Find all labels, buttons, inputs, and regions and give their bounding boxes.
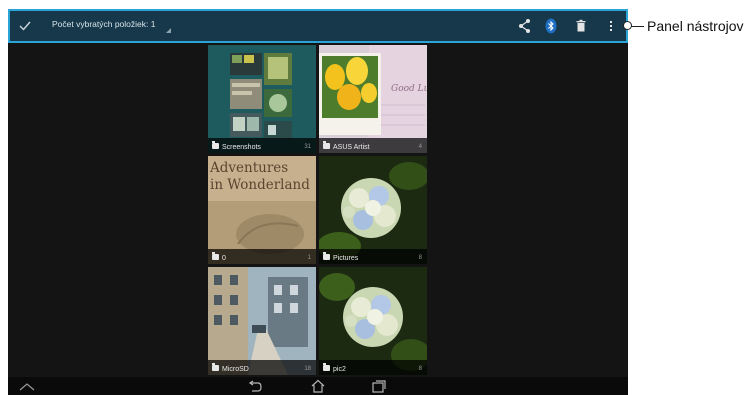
callout-dot (623, 21, 632, 30)
album-tile-screenshots[interactable]: Screenshots 31 (208, 45, 316, 153)
bluetooth-icon[interactable] (541, 16, 561, 36)
hydrangea-thumbnail (319, 156, 427, 264)
share-icon[interactable] (515, 16, 535, 36)
album-name: pic2 (333, 366, 346, 373)
checkmark-icon[interactable] (14, 15, 36, 37)
action-bar: Počet vybratých položiek: 1 (8, 9, 628, 43)
screenshots-thumbnail (208, 45, 316, 153)
album-tile-pic2[interactable]: pic2 8 (319, 267, 427, 375)
overflow-menu-icon[interactable] (601, 16, 621, 36)
folder-icon (323, 252, 330, 260)
tulips-thumbnail: Good Lu (319, 45, 427, 153)
album-count: 18 (304, 366, 311, 372)
album-tile-asus-artist[interactable]: Good Lu ASUS Artist 4 (319, 45, 427, 153)
album-name: 0 (222, 255, 226, 262)
folder-icon (212, 141, 219, 149)
book-thumbnail: Adventures in Wonderland (208, 156, 316, 264)
folder-icon (323, 141, 330, 149)
svg-text:in Wonderland: in Wonderland (210, 177, 310, 193)
album-name: MicroSD (222, 366, 249, 373)
home-icon[interactable] (309, 379, 327, 393)
album-count: 8 (418, 366, 422, 372)
album-count: 1 (307, 255, 311, 261)
folder-icon (323, 363, 330, 371)
back-icon[interactable] (246, 379, 264, 393)
folder-icon (212, 252, 219, 260)
album-tile-0[interactable]: Adventures in Wonderland 0 1 (208, 156, 316, 264)
album-count: 8 (418, 255, 422, 261)
folder-icon (212, 363, 219, 371)
album-tile-microsd[interactable]: MicroSD 18 (208, 267, 316, 375)
street-thumbnail (208, 267, 316, 375)
gallery-screen: Počet vybratých položiek: 1 Screenshots … (8, 9, 628, 395)
selection-count-title[interactable]: Počet vybratých položiek: 1 (52, 19, 155, 29)
callout-label: Panel nástrojov (647, 18, 744, 34)
album-tile-pictures[interactable]: Pictures 8 (319, 156, 427, 264)
svg-text:Good Lu: Good Lu (391, 84, 427, 94)
hydrangea-thumbnail (319, 267, 427, 375)
album-count: 31 (304, 144, 311, 150)
album-count: 4 (418, 144, 422, 150)
system-nav-bar (8, 377, 628, 395)
album-name: Screenshots (222, 144, 261, 151)
trash-icon[interactable] (571, 16, 591, 36)
album-name: Pictures (333, 255, 359, 262)
album-name: ASUS Artist (333, 144, 370, 151)
book-cover-text: Adventures (209, 160, 288, 176)
dropdown-caret-icon[interactable] (166, 28, 171, 33)
chevron-up-icon[interactable] (18, 379, 36, 393)
recent-apps-icon[interactable] (370, 379, 388, 393)
